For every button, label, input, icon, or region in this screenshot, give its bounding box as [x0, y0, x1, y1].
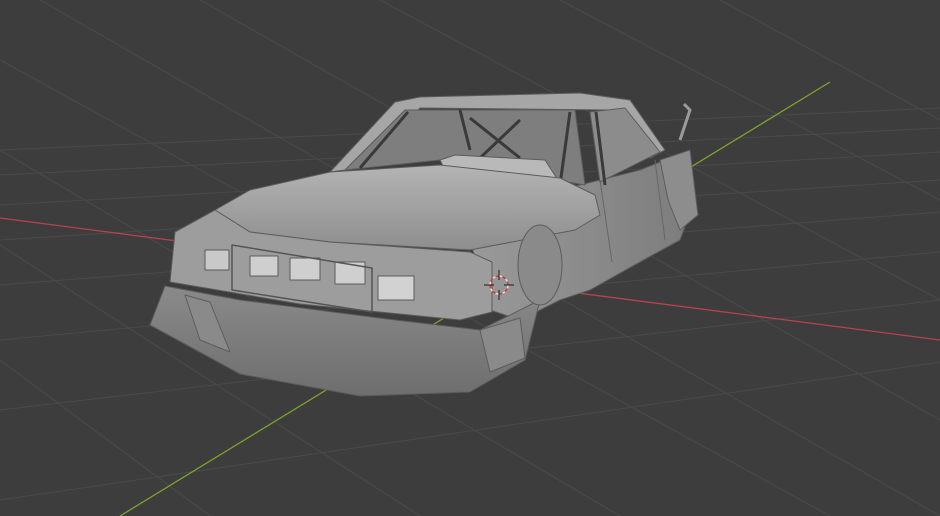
front-wheel — [517, 224, 563, 306]
viewport-canvas[interactable] — [0, 0, 940, 516]
grille-lamp-1 — [249, 255, 279, 277]
car-body-model[interactable] — [149, 92, 699, 397]
grille-lamp-2 — [289, 257, 321, 281]
headlight-right — [377, 275, 415, 301]
3d-viewport[interactable] — [0, 0, 940, 516]
rear-antenna — [678, 102, 692, 141]
grille-lamp-3 — [334, 261, 366, 285]
headlight-left — [204, 249, 230, 271]
